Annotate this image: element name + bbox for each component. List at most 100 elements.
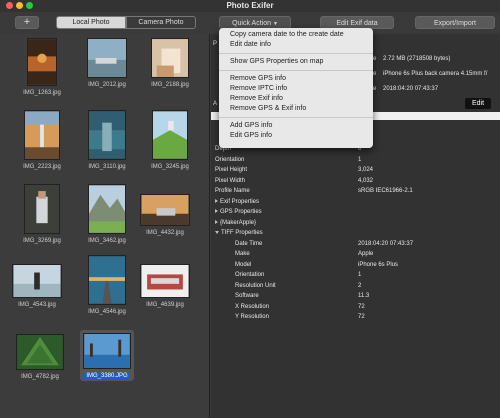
property-value: sRGB IEC61966-2.1: [358, 188, 413, 194]
photo-thumbnail[interactable]: IMG_2012.jpg: [82, 38, 132, 88]
photo-thumbnail[interactable]: IMG_4432.jpg: [140, 194, 190, 236]
property-value: 1: [358, 272, 362, 278]
title-bar: Photo Exifer: [0, 0, 500, 12]
photo-thumbnail[interactable]: IMG_4782.jpg: [15, 334, 65, 380]
tab-local-photo[interactable]: Local Photo: [56, 16, 126, 29]
property-row: Pixel Width: [215, 178, 245, 184]
photo-image: [88, 255, 126, 305]
property-row: Profile Name: [215, 188, 250, 194]
menu-item-remove-gps-and-exif[interactable]: Remove GPS & Exif info: [230, 105, 306, 112]
photo-thumbnail[interactable]: IMG_3110.jpg: [82, 110, 132, 170]
photo-image: [24, 110, 60, 160]
edit-button[interactable]: Edit: [465, 98, 491, 109]
photo-filename: IMG_3269.jpg: [23, 238, 61, 244]
partial-label: e: [373, 86, 377, 92]
property-row: Date Time: [235, 241, 262, 247]
photo-image: [83, 333, 131, 369]
photo-thumbnail[interactable]: IMG_3269.jpg: [17, 184, 67, 244]
property-value: 11.3: [358, 293, 370, 299]
menu-item-remove-iptc[interactable]: Remove IPTC info: [230, 85, 287, 92]
menu-separator: [219, 70, 373, 71]
photo-image: [88, 184, 126, 234]
property-row: Y Resolution: [235, 314, 269, 320]
property-row: Pixel Height: [215, 167, 247, 173]
property-label: Y Resolution: [235, 314, 269, 320]
property-group-row[interactable]: GPS Properties: [215, 209, 262, 215]
file-size-value: 2.72 MB (2718508 bytes): [383, 56, 451, 62]
property-label: GPS Properties: [220, 209, 262, 215]
photo-image: [16, 334, 64, 370]
menu-item-add-gps[interactable]: Add GPS info: [230, 122, 272, 129]
property-row: Make: [235, 251, 250, 257]
partial-label: e: [373, 56, 377, 62]
property-label: TIFF Properties: [221, 230, 263, 236]
property-label: {MakerApple}: [220, 219, 257, 226]
quick-action-menu: Copy camera date to the create date Edit…: [219, 28, 373, 148]
menu-item-show-gps-on-map[interactable]: Show GPS Properties on map: [230, 58, 323, 65]
photo-thumbnail[interactable]: IMG_3245.jpg: [145, 110, 195, 170]
photo-thumbnail[interactable]: IMG_2223.jpg: [17, 110, 67, 170]
partial-label: A: [213, 101, 218, 107]
property-row: X Resolution: [235, 304, 269, 310]
menu-item-edit-date-info[interactable]: Edit date info: [230, 41, 271, 48]
property-row: Orientation: [215, 157, 244, 163]
photo-filename: IMG_2188.jpg: [151, 82, 189, 88]
property-group-row[interactable]: Exif Properties: [215, 199, 259, 205]
property-row: Orientation: [235, 272, 264, 278]
photo-image: [151, 38, 189, 78]
menu-item-remove-gps[interactable]: Remove GPS info: [230, 75, 286, 82]
photo-thumbnail[interactable]: IMG_1263.jpg: [17, 38, 67, 96]
photo-filename: IMG_3380.JPG: [84, 373, 130, 379]
menu-separator: [219, 53, 373, 54]
tab-camera-photo[interactable]: Camera Photo: [126, 16, 196, 29]
photo-thumbnail[interactable]: IMG_4543.jpg: [12, 264, 62, 308]
property-value: 72: [358, 314, 365, 320]
property-group-row[interactable]: TIFF Properties: [215, 230, 263, 236]
property-group-row[interactable]: {MakerApple}: [215, 220, 256, 226]
disclosure-closed-icon[interactable]: [215, 198, 218, 203]
photo-image: [27, 38, 57, 86]
photo-image: [24, 184, 60, 234]
property-label: Exif Properties: [220, 198, 260, 205]
property-value: 1: [358, 156, 362, 163]
property-label: Resolution Unit: [235, 282, 276, 289]
add-photo-button[interactable]: +: [15, 16, 39, 29]
photo-thumbnail[interactable]: IMG_3462.jpg: [82, 184, 132, 244]
property-value: 2: [358, 282, 362, 289]
menu-item-edit-gps[interactable]: Edit GPS info: [230, 132, 272, 139]
photo-filename: IMG_1263.jpg: [23, 90, 61, 96]
menu-item-remove-exif[interactable]: Remove Exif info: [230, 95, 283, 102]
photo-thumbnail[interactable]: IMG_2188.jpg: [145, 38, 195, 88]
disclosure-open-icon[interactable]: [215, 230, 219, 234]
window-title: Photo Exifer: [226, 1, 274, 10]
photo-thumbnail[interactable]: IMG_4546.jpg: [82, 255, 132, 315]
photo-filename: IMG_4543.jpg: [18, 302, 56, 308]
disclosure-closed-icon[interactable]: [215, 219, 218, 224]
property-label: Pixel Width: [215, 177, 246, 184]
property-label: Pixel Height: [215, 167, 248, 173]
photo-filename: IMG_3462.jpg: [88, 238, 126, 244]
property-value: Apple: [358, 251, 374, 257]
menu-item-copy-camera-date[interactable]: Copy camera date to the create date: [230, 31, 344, 38]
photo-image: [152, 110, 188, 160]
photo-image: [140, 194, 190, 226]
export-import-button[interactable]: Export/Import: [415, 16, 495, 29]
photo-thumbnail-selected[interactable]: IMG_3380.JPG: [80, 330, 134, 381]
menu-separator: [219, 117, 373, 118]
photo-filename: IMG_4639.jpg: [146, 302, 184, 308]
property-label: Make: [235, 251, 250, 257]
quick-action-label: Quick Action: [232, 20, 271, 27]
photo-thumbnail[interactable]: IMG_4639.jpg: [140, 264, 190, 308]
photo-grid: IMG_1263.jpg IMG_2012.jpg IMG_2188.jpg I…: [0, 34, 210, 418]
photo-filename: IMG_2012.jpg: [88, 82, 126, 88]
photo-filename: IMG_4782.jpg: [21, 374, 59, 380]
property-row: Resolution Unit: [235, 283, 276, 289]
date-value: 2018:04:20 07:43:37: [383, 86, 439, 92]
photo-filename: IMG_3245.jpg: [151, 164, 189, 170]
photo-filename: IMG_3110.jpg: [88, 164, 126, 170]
disclosure-closed-icon[interactable]: [215, 209, 218, 214]
property-label: X Resolution: [235, 303, 270, 310]
partial-label: e: [373, 71, 377, 77]
property-value: 72: [358, 303, 365, 310]
property-value: 4,032: [358, 177, 374, 184]
